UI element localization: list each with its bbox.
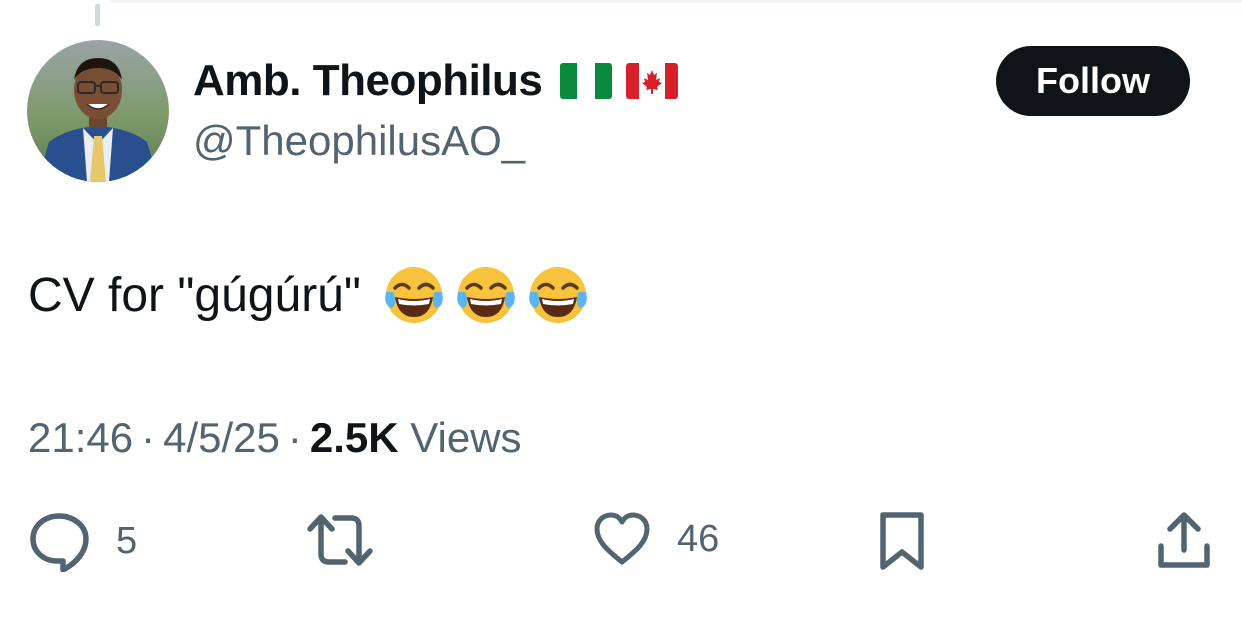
avatar[interactable] <box>27 40 169 182</box>
tweet-text: CV for "gúgúrú" <box>28 268 361 322</box>
views-label: Views <box>410 414 522 461</box>
tweet-time[interactable]: 21:46 <box>28 414 133 461</box>
share-icon <box>1158 512 1210 568</box>
heart-icon <box>594 512 650 565</box>
display-name-text: Amb. Theophilus <box>193 56 543 105</box>
face-with-tears-of-joy-icon <box>529 267 587 323</box>
bookmark-button[interactable] <box>878 510 926 572</box>
tweet-body: CV for "gúgúrú" <box>28 264 589 326</box>
like-count: 46 <box>677 517 720 560</box>
thread-line <box>95 4 100 26</box>
author-display-name[interactable]: Amb. Theophilus <box>193 56 679 106</box>
author-handle[interactable]: @TheophilusAO_ <box>193 117 525 165</box>
top-divider <box>110 0 1242 3</box>
retweet-icon <box>307 514 373 566</box>
meta-separator: · <box>141 414 156 461</box>
face-with-tears-of-joy-icon <box>385 267 443 323</box>
reply-icon <box>30 513 89 572</box>
reply-count: 5 <box>116 519 138 562</box>
retweet-button[interactable] <box>305 510 375 572</box>
nigeria-flag-icon <box>560 63 613 99</box>
follow-button[interactable]: Follow <box>996 46 1190 116</box>
face-with-tears-of-joy-icon <box>457 267 515 323</box>
canada-flag-icon <box>626 63 679 99</box>
tweet-meta: 21:46 · 4/5/25 · 2.5K Views <box>28 414 522 462</box>
share-button[interactable] <box>1156 510 1212 572</box>
meta-separator: · <box>287 414 302 461</box>
bookmark-icon <box>880 512 924 570</box>
views-count: 2.5K <box>309 414 399 461</box>
like-button[interactable]: 46 <box>593 510 719 568</box>
tweet-date[interactable]: 4/5/25 <box>163 414 280 461</box>
reply-button[interactable]: 5 <box>28 510 137 572</box>
